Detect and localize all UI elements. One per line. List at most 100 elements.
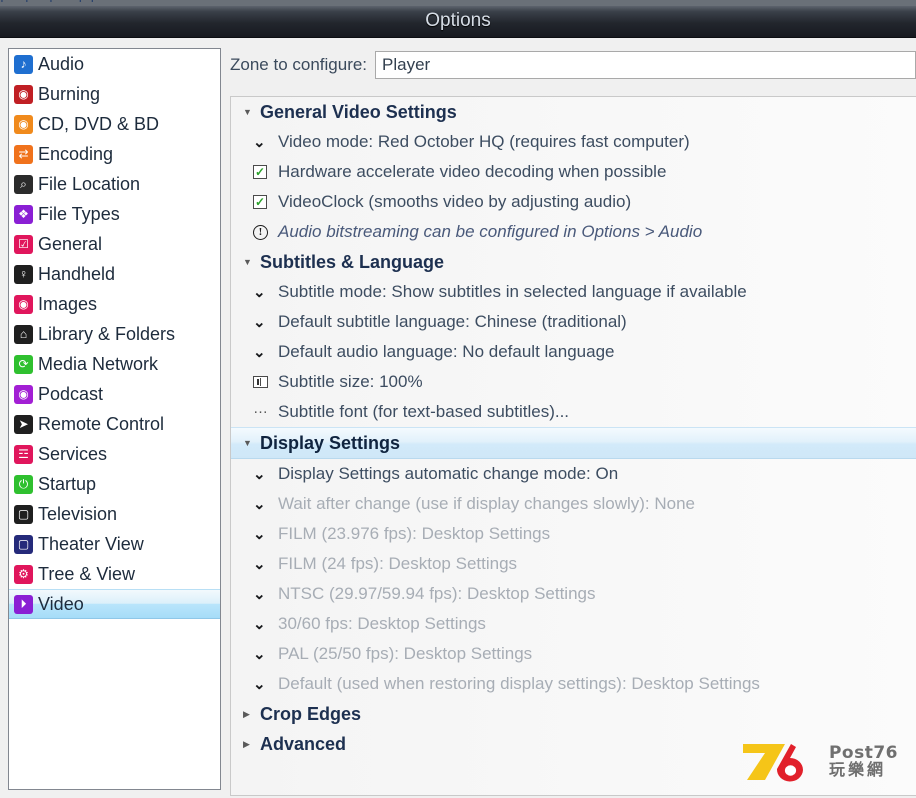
window-titlebar: Options [0,6,916,38]
sidebar-item-encoding[interactable]: ⇄ Encoding [9,139,220,169]
sidebar-item-file-location[interactable]: ⌕ File Location [9,169,220,199]
sidebar-item-services[interactable]: ☲ Services [9,439,220,469]
sidebar-item-label: Podcast [38,383,104,404]
sidebar-item-audio[interactable]: ♪ Audio [9,49,220,79]
sidebar-item-label: File Location [38,173,141,194]
disc-burn-icon: ◉ [14,84,33,104]
sidebar-item-file-types[interactable]: ❖ File Types [9,199,220,229]
puzzle-piece-icon: ❖ [14,204,33,224]
zone-to-configure-input[interactable]: Player [375,51,916,79]
settings-group-title: Advanced [260,733,347,754]
settings-row-label: Subtitle mode: Show subtitles in selecte… [278,282,747,301]
post76-wordmark: Post76 玩樂網 [829,745,898,779]
checkbox-icon: ☑ [14,234,33,254]
settings-row[interactable]: ⌄ Default subtitle language: Chinese (tra… [231,307,916,337]
settings-row-label: Default (used when restoring display set… [278,674,760,693]
sidebar-item-label: Television [38,503,118,524]
sidebar-item-label: Handheld [38,263,116,284]
sidebar-item-theater-view[interactable]: ▢ Theater View [9,529,220,559]
spinner-field-icon [253,376,275,388]
sidebar-item-label: File Types [38,203,120,224]
checkbox-checked-icon: ✓ [253,195,267,209]
settings-group-title: Display Settings [260,432,401,453]
chevron-down-icon: ⌄ [253,645,266,663]
chevron-down-icon: ⌄ [253,133,266,151]
window-title: Options [425,10,491,31]
settings-row: ⌄ FILM (23.976 fps): Desktop Settings [231,519,916,549]
sidebar-item-television[interactable]: ▢ Television [9,499,220,529]
sidebar-item-label: Startup [38,473,97,494]
post76-logo-mark [742,744,803,782]
power-plug-icon: ☲ [14,444,33,464]
chevron-down-icon: ⌄ [253,675,266,693]
settings-group-title: General Video Settings [260,101,457,122]
handheld-device-icon: ♀ [14,264,33,284]
sidebar-item-label: General [38,233,103,254]
settings-row[interactable]: ✓ VideoClock (smooths video by adjusting … [231,187,916,217]
file-search-icon: ⌕ [14,174,33,194]
sidebar-item-label: Encoding [38,143,114,164]
checkbox-checked-icon: ✓ [253,165,267,179]
triangle-down-icon[interactable]: ▼ [243,107,256,117]
settings-row[interactable]: ⌄ Default audio language: No default lang… [231,337,916,367]
sidebar-item-media-network[interactable]: ⟳ Media Network [9,349,220,379]
settings-row: ⌄ Default (used when restoring display se… [231,669,916,699]
camera-icon: ◉ [14,294,33,314]
settings-row: ⌄ FILM (24 fps): Desktop Settings [231,549,916,579]
sidebar-item-handheld[interactable]: ♀ Handheld [9,259,220,289]
ellipsis-icon: … [253,400,269,418]
settings-group-crop-edges[interactable]: ▶ Crop Edges [231,699,916,729]
sidebar-item-tree-view[interactable]: ⚙ Tree & View [9,559,220,589]
settings-row[interactable]: ⌄ Video mode: Red October HQ (requires fa… [231,127,916,157]
sidebar-item-startup[interactable]: ⏻ Startup [9,469,220,499]
sidebar-item-remote-control[interactable]: ➤ Remote Control [9,409,220,439]
settings-group-subtitles-language[interactable]: ▼ Subtitles & Language [231,247,916,277]
settings-row: ⌄ Wait after change (use if display chang… [231,489,916,519]
chevron-down-icon: ⌄ [253,313,266,331]
television-icon: ▢ [14,504,33,524]
chevron-down-icon: ⌄ [253,525,266,543]
optical-disc-icon: ◉ [14,114,33,134]
post76-cjk-text: 玩樂網 [828,762,886,779]
settings-row-label: Wait after change (use if display change… [278,494,696,513]
sidebar-item-label: Images [38,293,98,314]
settings-row[interactable]: ✓ Hardware accelerate video decoding when… [231,157,916,187]
sidebar-item-label: Services [38,443,108,464]
settings-row-label: Video mode: Red October HQ (requires fas… [278,132,690,151]
settings-row-label: PAL (25/50 fps): Desktop Settings [278,644,533,663]
cutoff-ghost-text: |R |V | Z | |AA [0,0,120,3]
sidebar-item-library-folders[interactable]: ⌂ Library & Folders [9,319,220,349]
sidebar-item-podcast[interactable]: ◉ Podcast [9,379,220,409]
settings-tree[interactable]: ▼ General Video Settings ⌄ Video mode: Red … [230,96,916,796]
settings-group-title: Crop Edges [260,703,362,724]
triangle-down-icon[interactable]: ▼ [243,257,256,267]
sidebar-item-general[interactable]: ☑ General [9,229,220,259]
triangle-down-icon[interactable]: ▼ [243,438,256,448]
settings-group-general-video-settings[interactable]: ▼ General Video Settings [231,97,916,127]
sidebar-item-label: Audio [38,53,85,74]
settings-group-display-settings[interactable]: ▼ Display Settings [231,427,916,459]
triangle-right-icon[interactable]: ▶ [243,709,256,719]
settings-row-label: Default subtitle language: Chinese (trad… [278,312,627,331]
sidebar-item-cd-dvd-bd[interactable]: ◉ CD, DVD & BD [9,109,220,139]
settings-row[interactable]: ⌄ Display Settings automatic change mode:… [231,459,916,489]
options-category-list[interactable]: ♪ Audio ◉ Burning ◉ CD, DVD & BD ⇄ Encoding ⌕ Fil… [8,48,221,790]
monitor-icon: ▢ [14,534,33,554]
settings-row[interactable]: ⌄ Subtitle mode: Show subtitles in select… [231,277,916,307]
settings-row: ⌄ 30/60 fps: Desktop Settings [231,609,916,639]
triangle-right-icon[interactable]: ▶ [243,739,256,749]
settings-row[interactable]: ! Audio bitstreaming can be configured in… [231,217,916,247]
sidebar-item-burning[interactable]: ◉ Burning [9,79,220,109]
sidebar-item-images[interactable]: ◉ Images [9,289,220,319]
sidebar-item-video[interactable]: ⏵ Video [9,589,220,619]
settings-group-title: Subtitles & Language [260,251,445,272]
settings-row-label: VideoClock (smooths video by adjusting a… [278,192,632,211]
network-sync-icon: ⟳ [14,354,33,374]
info-exclamation-icon: ! [253,224,275,240]
settings-row-label: Hardware accelerate video decoding when … [278,162,667,181]
settings-row[interactable]: Subtitle size: 100% [231,367,916,397]
chevron-down-icon: ⌄ [253,343,266,361]
sidebar-item-label: Remote Control [38,413,165,434]
settings-row[interactable]: … Subtitle font (for text-based subtitles… [231,397,916,427]
post76-latin-text: Post76 [828,743,898,763]
